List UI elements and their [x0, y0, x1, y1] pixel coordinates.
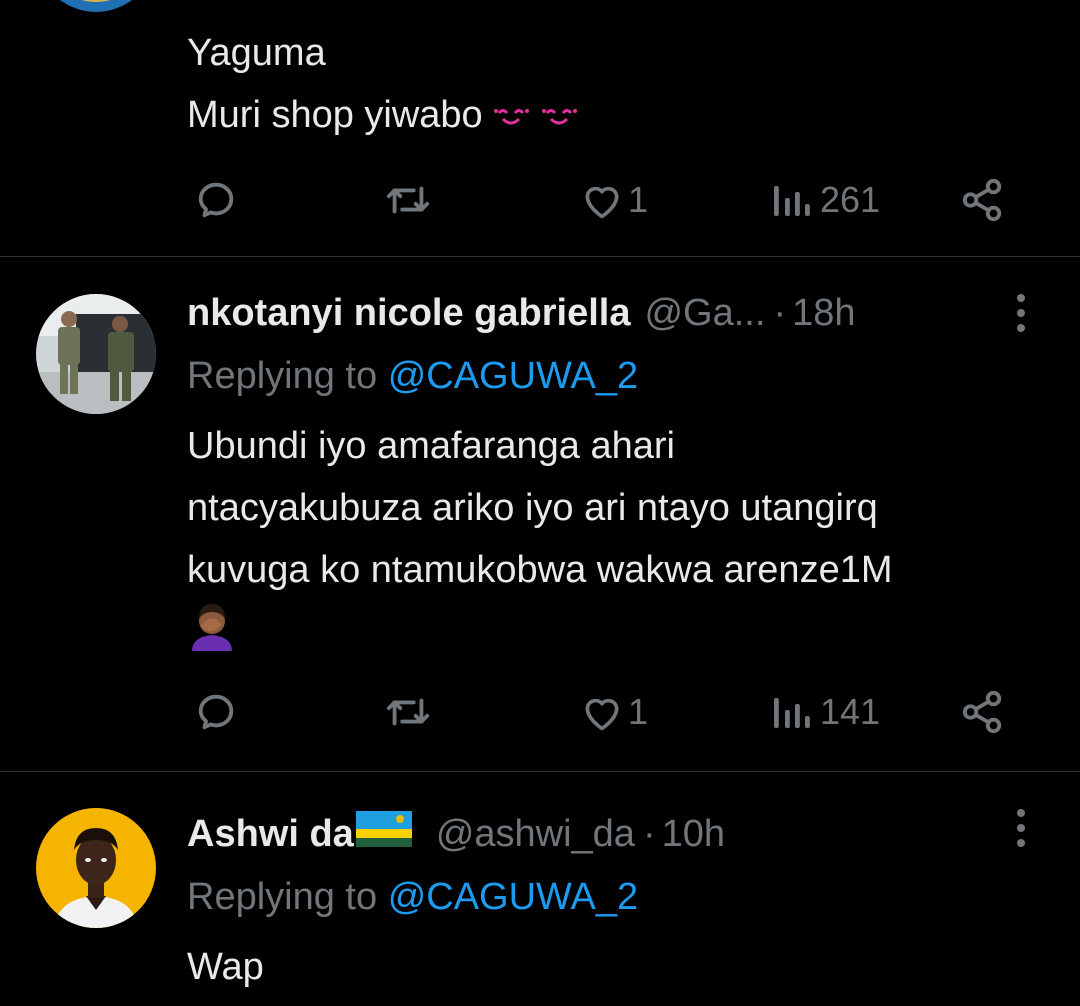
user-handle[interactable]: @Ga... — [644, 292, 765, 335]
more-options-button[interactable] — [1006, 291, 1036, 335]
reply-icon — [198, 182, 234, 218]
avatar[interactable] — [36, 808, 156, 928]
share-icon — [962, 690, 1002, 734]
like-count: 1 — [628, 691, 649, 732]
mention-link[interactable]: @CAGUWA_2 — [388, 355, 638, 397]
display-name[interactable]: Ashwi da — [187, 813, 354, 856]
more-dot — [1017, 839, 1025, 847]
reply-button[interactable] — [193, 175, 239, 225]
retweet-button[interactable] — [383, 175, 433, 225]
views-bar-chart-icon — [774, 186, 810, 216]
replying-to: Replying to @CAGUWA_2 — [187, 876, 638, 919]
tweet-line: Muri shop yiwabo — [187, 84, 1047, 148]
tweet-line: Ubundi iyo amafaranga ahari — [187, 425, 675, 467]
tweet-line: ntacyakubuza ariko iyo ari ntayo utangir… — [187, 487, 878, 529]
tweet-3[interactable]: Ashwi da @ashwi_da · 10h Replying to @CA… — [0, 772, 1080, 1006]
person-photo-avatar — [36, 808, 156, 928]
tweet-text: Ubundi iyo amafaranga ahari ntacyakubuza… — [187, 415, 1047, 670]
separator-dot: · — [642, 812, 656, 855]
avatar[interactable] — [36, 294, 156, 414]
more-options-button[interactable] — [1006, 806, 1036, 850]
more-dot — [1017, 324, 1025, 332]
rwanda-flag-emoji — [355, 811, 412, 857]
tweet-line: Yaguma — [187, 32, 326, 74]
like-count: 1 — [628, 179, 649, 220]
smiling-face-emoji — [493, 86, 593, 148]
replying-label: Replying to — [187, 876, 378, 918]
tweet-header: nkotanyi nicole gabriella @Ga... · 18h — [187, 291, 855, 335]
tweet-2[interactable]: nkotanyi nicole gabriella @Ga... · 18h R… — [0, 257, 1080, 771]
separator-dot: · — [773, 291, 787, 334]
views-bar-chart-icon — [774, 698, 810, 728]
avatar[interactable] — [36, 0, 156, 12]
retweet-icon — [386, 186, 430, 214]
emoji-line — [187, 601, 1047, 670]
timestamp[interactable]: 18h — [792, 292, 855, 335]
view-count: 141 — [820, 691, 881, 732]
views-button[interactable]: 261 — [772, 175, 880, 225]
soldiers-photo-avatar — [36, 294, 156, 414]
heart-icon — [585, 186, 619, 219]
retweet-button[interactable] — [383, 687, 433, 737]
tweet-line: kuvuga ko ntamukobwa wakwa arenze1M — [187, 549, 893, 591]
more-dot — [1017, 809, 1025, 817]
tweet-1[interactable]: Yaguma Muri shop yiwabo 1 261 — [0, 0, 1080, 256]
tweet-actions: 1 261 — [187, 175, 1027, 225]
heart-icon — [585, 698, 619, 731]
tweet-text: Yaguma Muri shop yiwabo — [187, 22, 1047, 148]
reply-button[interactable] — [193, 687, 239, 737]
tweet-header: Ashwi da @ashwi_da · 10h — [187, 811, 725, 857]
like-button[interactable]: 1 — [580, 175, 648, 225]
tweet-line: Wap — [187, 946, 264, 988]
retweet-icon — [386, 698, 430, 726]
display-name[interactable]: nkotanyi nicole gabriella — [187, 292, 630, 335]
like-button[interactable]: 1 — [580, 687, 648, 737]
view-count: 261 — [820, 179, 881, 220]
share-icon — [962, 178, 1002, 222]
share-button[interactable] — [959, 687, 1005, 737]
replying-to: Replying to @CAGUWA_2 — [187, 355, 638, 398]
mention-link[interactable]: @CAGUWA_2 — [388, 876, 638, 918]
reply-icon — [198, 694, 234, 730]
more-dot — [1017, 309, 1025, 317]
more-dot — [1017, 294, 1025, 302]
timestamp[interactable]: 10h — [662, 813, 725, 856]
replying-label: Replying to — [187, 355, 378, 397]
views-button[interactable]: 141 — [772, 687, 880, 737]
share-button[interactable] — [959, 175, 1005, 225]
facepalm-emoji — [187, 601, 237, 670]
more-dot — [1017, 824, 1025, 832]
tweet-text: Wap — [187, 936, 1047, 998]
user-handle[interactable]: @ashwi_da — [436, 813, 635, 856]
tweet-actions: 1 141 — [187, 687, 1027, 737]
